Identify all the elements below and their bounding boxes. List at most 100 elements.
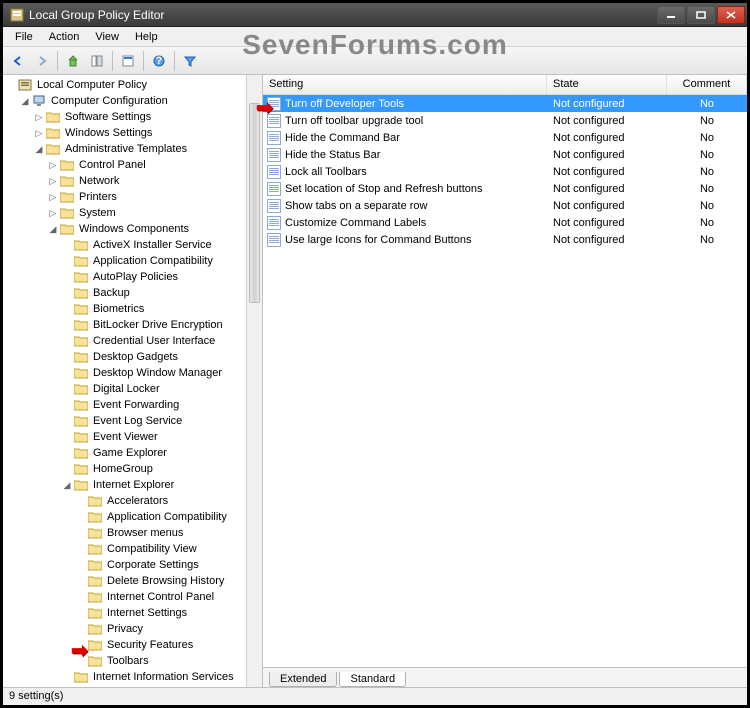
list-row[interactable]: Turn off Developer Tools Not configured …	[263, 95, 747, 112]
tree-internet-explorer[interactable]: ◢ Internet Explorer	[5, 477, 262, 493]
forward-button[interactable]	[31, 50, 53, 72]
expand-toggle[interactable]: ▷	[33, 128, 45, 139]
tree-item[interactable]: Security Features	[5, 637, 262, 653]
folder-icon	[45, 110, 61, 124]
expand-toggle[interactable]: ◢	[33, 144, 45, 155]
tree-item[interactable]: ▷ Control Panel	[5, 157, 262, 173]
tree-item[interactable]: Game Explorer	[5, 445, 262, 461]
tree-item[interactable]: Toolbars	[5, 653, 262, 669]
col-setting[interactable]: Setting	[263, 75, 547, 94]
menu-action[interactable]: Action	[41, 29, 88, 45]
list-row[interactable]: Hide the Status Bar Not configured No	[263, 146, 747, 163]
folder-icon	[73, 302, 89, 316]
tab-extended[interactable]: Extended	[269, 672, 337, 687]
tree-label: Event Log Service	[91, 415, 184, 427]
properties-button[interactable]	[117, 50, 139, 72]
tree-label: Software Settings	[63, 111, 153, 123]
list-row[interactable]: Hide the Command Bar Not configured No	[263, 129, 747, 146]
tree-item[interactable]: Event Log Service	[5, 413, 262, 429]
expand-toggle[interactable]: ▷	[47, 176, 59, 187]
expand-toggle[interactable]: ▷	[47, 160, 59, 171]
tree-item[interactable]: AutoPlay Policies	[5, 269, 262, 285]
tree-item[interactable]: ▷ System	[5, 205, 262, 221]
maximize-button[interactable]	[687, 6, 715, 24]
tree-item[interactable]: ▷ Network	[5, 173, 262, 189]
tree-item[interactable]: Credential User Interface	[5, 333, 262, 349]
tree-item[interactable]: Event Forwarding	[5, 397, 262, 413]
tree-windows-components[interactable]: ◢ Windows Components	[5, 221, 262, 237]
tree-item[interactable]: Desktop Gadgets	[5, 349, 262, 365]
close-button[interactable]	[717, 6, 745, 24]
tree-software-settings[interactable]: ▷ Software Settings	[5, 109, 262, 125]
tree-computer-config[interactable]: ◢ Computer Configuration	[5, 93, 262, 109]
folder-icon	[87, 638, 103, 652]
tree-root[interactable]: Local Computer Policy	[5, 77, 262, 93]
show-hide-tree-button[interactable]	[86, 50, 108, 72]
list-body[interactable]: Turn off Developer Tools Not configured …	[263, 95, 747, 667]
tree-item[interactable]: Application Compatibility	[5, 509, 262, 525]
tree-item[interactable]: Backup	[5, 285, 262, 301]
statusbar: 9 setting(s)	[3, 687, 747, 705]
col-state[interactable]: State	[547, 75, 667, 94]
tree-item[interactable]: ▷ Printers	[5, 189, 262, 205]
tree-item[interactable]: Delete Browsing History	[5, 573, 262, 589]
list-row[interactable]: Set location of Stop and Refresh buttons…	[263, 180, 747, 197]
tree-label: Internet Explorer	[91, 479, 176, 491]
filter-button[interactable]	[179, 50, 201, 72]
setting-state: Not configured	[547, 183, 667, 195]
tree-label: Compatibility View	[105, 543, 199, 555]
folder-icon	[59, 174, 75, 188]
expand-toggle[interactable]: ◢	[19, 96, 31, 107]
tree-admin-templates[interactable]: ◢ Administrative Templates	[5, 141, 262, 157]
tree-item[interactable]: BitLocker Drive Encryption	[5, 317, 262, 333]
setting-comment: No	[667, 115, 747, 127]
up-button[interactable]	[62, 50, 84, 72]
folder-icon	[59, 158, 75, 172]
tree-item[interactable]: Internet Control Panel	[5, 589, 262, 605]
tree-item[interactable]: Desktop Window Manager	[5, 365, 262, 381]
tree-windows-settings[interactable]: ▷ Windows Settings	[5, 125, 262, 141]
tree-item[interactable]: Privacy	[5, 621, 262, 637]
tree-label: HomeGroup	[91, 463, 155, 475]
expand-toggle[interactable]: ▷	[47, 208, 59, 219]
expand-toggle[interactable]: ◢	[47, 224, 59, 235]
toolbar: ?	[3, 47, 747, 75]
tree-pane[interactable]: Local Computer Policy ◢ Computer Configu…	[3, 75, 263, 687]
tree-item[interactable]: Application Compatibility	[5, 253, 262, 269]
folder-icon	[59, 206, 75, 220]
tree-item[interactable]: Event Viewer	[5, 429, 262, 445]
menu-help[interactable]: Help	[127, 29, 166, 45]
tree-item[interactable]: HomeGroup	[5, 461, 262, 477]
tree-item[interactable]: Corporate Settings	[5, 557, 262, 573]
tree-item[interactable]: ActiveX Installer Service	[5, 237, 262, 253]
col-comment[interactable]: Comment	[667, 75, 747, 94]
list-row[interactable]: Show tabs on a separate row Not configur…	[263, 197, 747, 214]
vertical-scrollbar[interactable]	[246, 75, 262, 687]
list-row[interactable]: Customize Command Labels Not configured …	[263, 214, 747, 231]
tree-item[interactable]: Internet Information Services	[5, 669, 262, 685]
tree-item[interactable]: Internet Settings	[5, 605, 262, 621]
list-row[interactable]: Lock all Toolbars Not configured No	[263, 163, 747, 180]
folder-icon	[73, 430, 89, 444]
expand-toggle[interactable]: ◢	[61, 480, 73, 491]
setting-icon	[267, 148, 281, 162]
tree-label: Security Features	[105, 639, 195, 651]
folder-icon	[73, 382, 89, 396]
list-row[interactable]: Turn off toolbar upgrade tool Not config…	[263, 112, 747, 129]
view-tabs: Extended Standard	[263, 667, 747, 687]
tree-item[interactable]: Accelerators	[5, 493, 262, 509]
help-button[interactable]: ?	[148, 50, 170, 72]
list-row[interactable]: Use large Icons for Command Buttons Not …	[263, 231, 747, 248]
tree-item[interactable]: Browser menus	[5, 525, 262, 541]
tree-item[interactable]: Digital Locker	[5, 381, 262, 397]
minimize-button[interactable]	[657, 6, 685, 24]
tree-item[interactable]: Compatibility View	[5, 541, 262, 557]
menu-file[interactable]: File	[7, 29, 41, 45]
tab-standard[interactable]: Standard	[339, 672, 406, 687]
tree-item[interactable]: Biometrics	[5, 301, 262, 317]
back-button[interactable]	[7, 50, 29, 72]
expand-toggle[interactable]: ▷	[47, 192, 59, 203]
menu-view[interactable]: View	[87, 29, 127, 45]
folder-icon	[87, 574, 103, 588]
expand-toggle[interactable]: ▷	[33, 112, 45, 123]
